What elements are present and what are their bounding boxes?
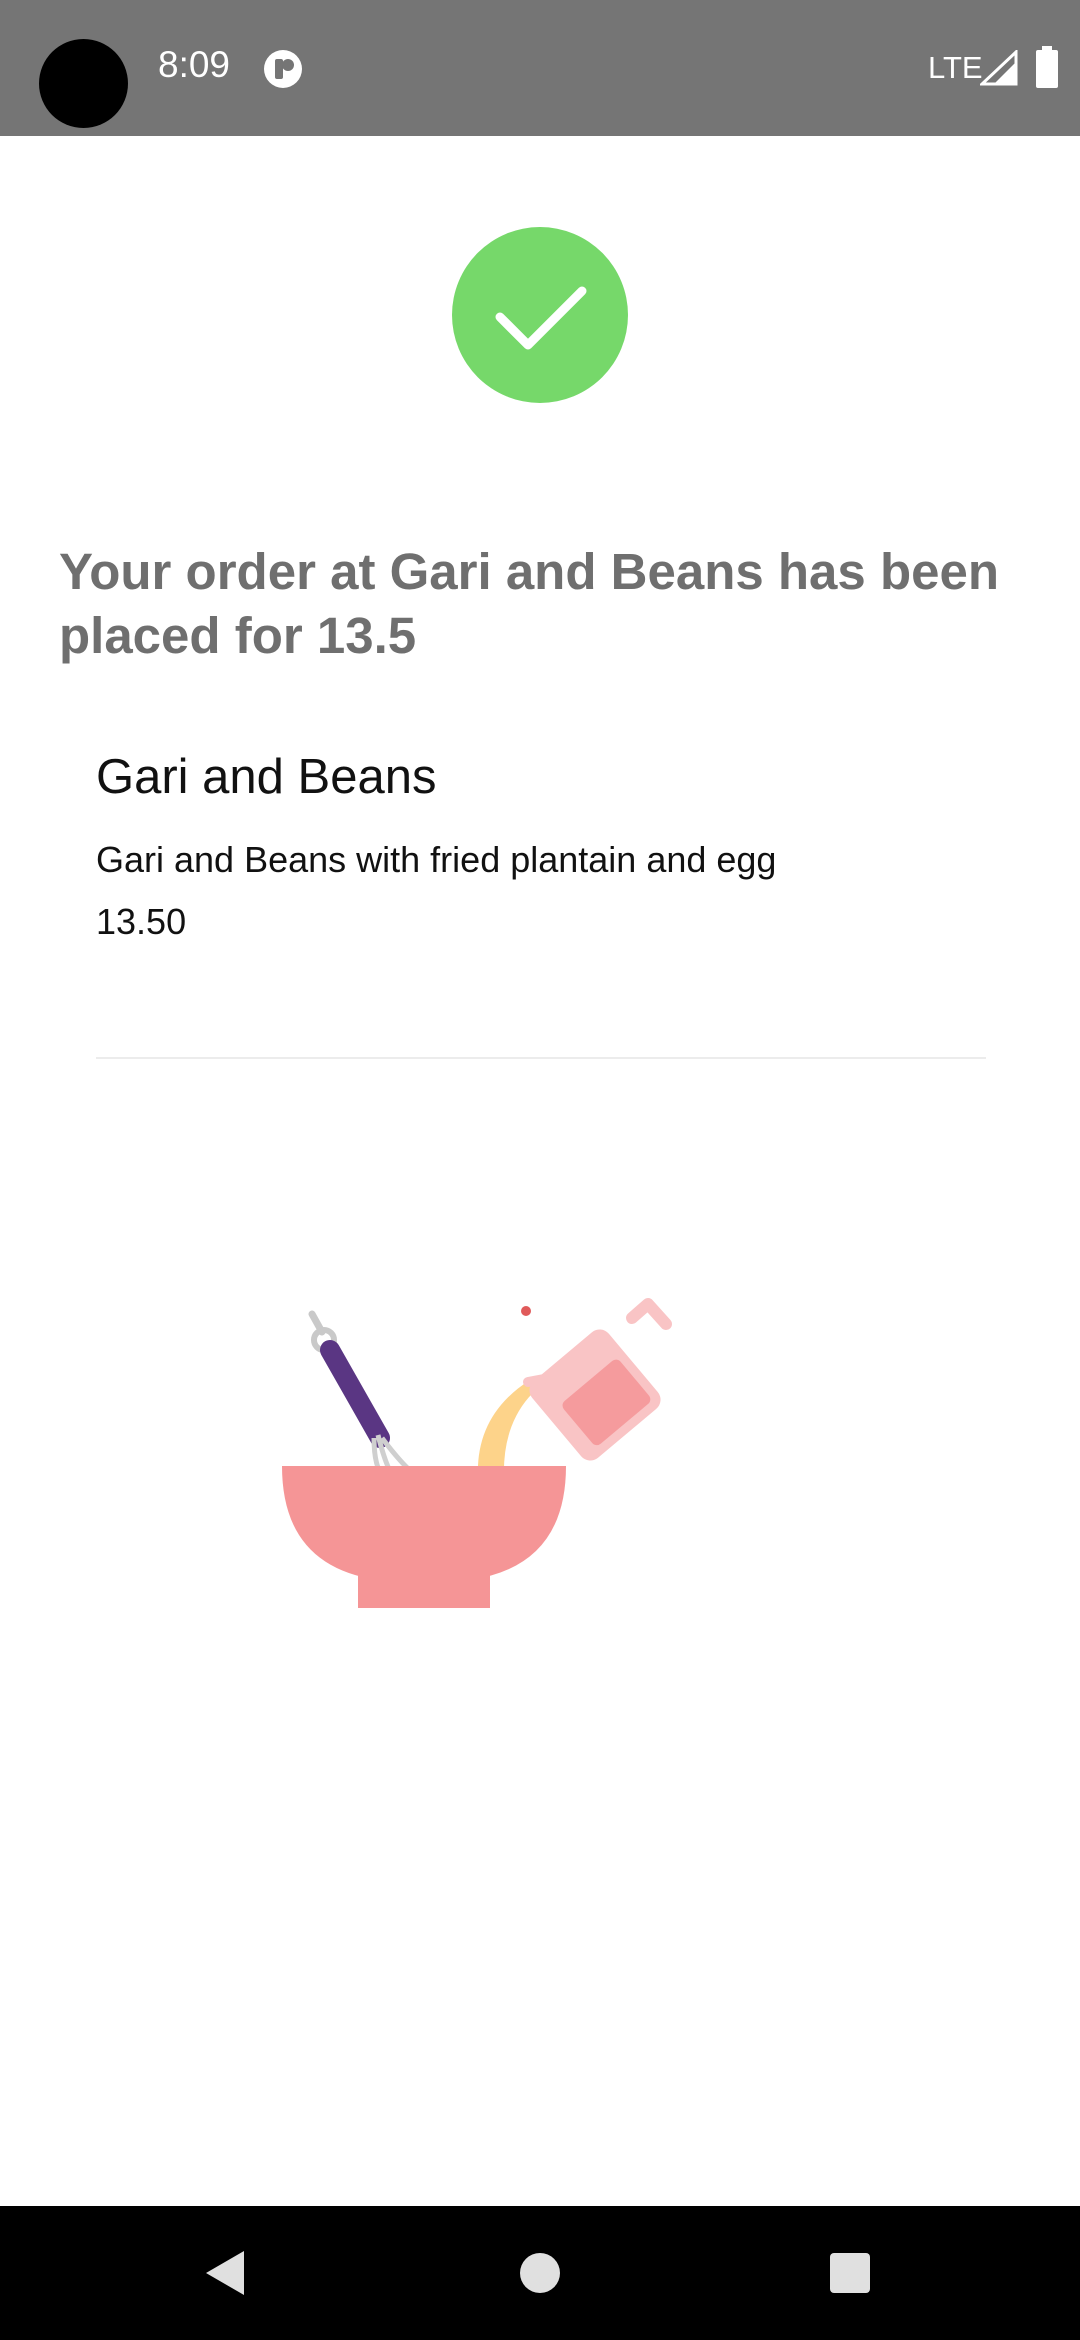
status-bar: 8:09 LTE bbox=[0, 0, 1080, 136]
camera-cutout bbox=[39, 39, 128, 128]
whisk-icon bbox=[308, 1310, 423, 1485]
status-time: 8:09 bbox=[158, 44, 231, 85]
signal-icon bbox=[980, 50, 1018, 86]
recents-icon[interactable] bbox=[830, 2253, 870, 2293]
back-icon[interactable] bbox=[204, 2249, 248, 2297]
order-item: Gari and Beans Gari and Beans with fried… bbox=[96, 745, 986, 945]
success-check-icon bbox=[452, 227, 628, 403]
order-confirmation-screen: 8:09 LTE Your order at Gari and Beans ha… bbox=[0, 0, 1080, 2340]
bowl-icon bbox=[282, 1466, 566, 1608]
network-type-label: LTE bbox=[928, 50, 983, 85]
item-price: 13.50 bbox=[96, 901, 187, 942]
notification-icon bbox=[264, 50, 302, 88]
cooking-bowl-illustration bbox=[282, 1298, 672, 1608]
check-icon bbox=[495, 286, 587, 350]
item-description: Gari and Beans with fried plantain and e… bbox=[96, 839, 777, 880]
battery-icon bbox=[1036, 46, 1058, 88]
measuring-jug-icon bbox=[523, 1298, 672, 1461]
home-icon[interactable] bbox=[520, 2253, 560, 2293]
item-divider bbox=[96, 1057, 986, 1059]
navigation-bar bbox=[0, 2206, 1080, 2340]
order-confirmation-message: Your order at Gari and Beans has been pl… bbox=[59, 543, 999, 664]
item-name: Gari and Beans bbox=[96, 750, 437, 804]
